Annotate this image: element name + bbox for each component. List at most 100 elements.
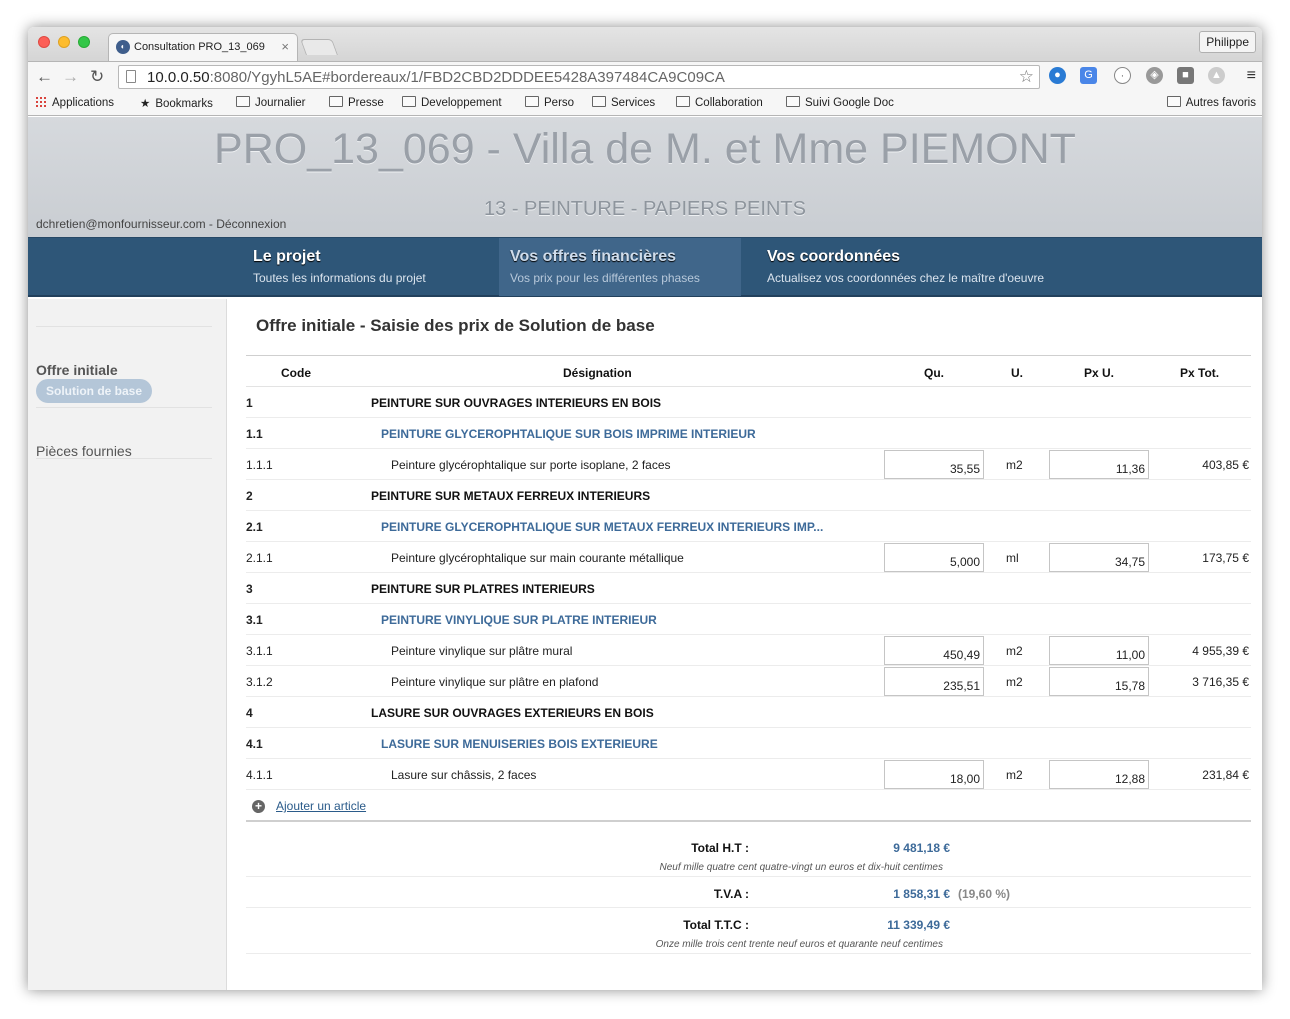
bookmark-label: Suivi Google Doc xyxy=(805,97,894,109)
row-designation: PEINTURE SUR OUVRAGES INTERIEURS EN BOIS xyxy=(371,396,662,410)
table-row: 2.1.1 Peinture glycérophtalique sur main… xyxy=(246,542,1251,573)
table-row: 3 PEINTURE SUR PLATRES INTERIEURS xyxy=(246,573,1251,604)
apps-grid-icon xyxy=(35,96,47,108)
add-article-link[interactable]: Ajouter un article xyxy=(276,799,366,813)
sidebar-section-title: Offre initiale xyxy=(36,362,118,378)
bookmark-perso[interactable]: Perso xyxy=(525,96,574,109)
star-icon: ★ xyxy=(140,98,151,110)
table-row: 1.1.1 Peinture glycérophtalique sur port… xyxy=(246,449,1251,480)
row-code: 1.1 xyxy=(246,427,263,441)
bookmark-label: Perso xyxy=(544,97,575,109)
row-code: 1.1.1 xyxy=(246,458,273,472)
column-header-code: Code xyxy=(281,366,311,380)
compass-extension-icon[interactable]: ◈ xyxy=(1146,67,1163,84)
bookmark-other[interactable]: Autres favoris xyxy=(1166,96,1256,109)
nav-item-offres[interactable]: Vos offres financières Vos prix pour les… xyxy=(499,238,741,296)
globe-extension-icon[interactable]: ● xyxy=(1049,67,1066,84)
page-icon xyxy=(126,70,136,83)
unit-price-input[interactable]: 11,36 xyxy=(1049,450,1149,479)
total-ttc-label: Total T.T.C : xyxy=(683,918,749,932)
bookmark-label: Bookmarks xyxy=(155,98,213,110)
reload-icon[interactable]: ↻ xyxy=(90,67,104,87)
row-designation: PEINTURE VINYLIQUE SUR PLATRE INTERIEUR xyxy=(381,613,657,627)
minimize-window-button[interactable] xyxy=(58,36,70,48)
plus-circle-icon[interactable]: + xyxy=(252,800,265,813)
sidebar: Offre initiale Solution de base Pièces f… xyxy=(28,299,227,990)
table-row: 4.1.1 Lasure sur châssis, 2 faces 18,00 … xyxy=(246,759,1251,790)
row-code: 3 xyxy=(246,582,253,596)
bookmark-presse[interactable]: Presse xyxy=(329,96,384,109)
forward-arrow-icon[interactable]: → xyxy=(62,67,79,87)
bookmark-applications[interactable]: Applications xyxy=(35,96,114,109)
unit-price-input[interactable]: 15,78 xyxy=(1049,667,1149,696)
row-code: 2.1.1 xyxy=(246,551,273,565)
sidebar-item-solution-de-base[interactable]: Solution de base xyxy=(36,379,153,403)
address-bar[interactable]: 10.0.0.50:8080/YgyhL5AE#bordereaux/1/FBD… xyxy=(118,65,1040,89)
page-title: Offre initiale - Saisie des prix de Solu… xyxy=(256,316,655,335)
separator: - xyxy=(205,217,217,231)
quantity-input[interactable]: 18,00 xyxy=(884,760,984,789)
nav-title: Le projet xyxy=(253,248,321,265)
nav-item-projet[interactable]: Le projet Toutes les informations du pro… xyxy=(244,238,498,296)
row-total: 173,75 € xyxy=(1202,551,1249,565)
quantity-input[interactable]: 450,49 xyxy=(884,636,984,665)
browser-tab[interactable]: ◐ Consultation PRO_13_069 × xyxy=(108,33,298,61)
bookmark-developpement[interactable]: Developpement xyxy=(402,96,502,109)
tab-close-icon[interactable]: × xyxy=(281,39,289,54)
unit-price-input[interactable]: 12,88 xyxy=(1049,760,1149,789)
project-title: PRO_13_069 - Villa de M. et Mme PIEMONT xyxy=(214,125,1076,173)
table-row: 1.1 PEINTURE GLYCEROPHTALIQUE SUR BOIS I… xyxy=(246,418,1251,449)
total-ht-row: Total H.T : 9 481,18 € xyxy=(246,831,1251,862)
drive-extension-icon[interactable]: ▲ xyxy=(1208,67,1225,84)
table-row: 3.1 PEINTURE VINYLIQUE SUR PLATRE INTERI… xyxy=(246,604,1251,635)
bookmark-collaboration[interactable]: Collaboration xyxy=(676,96,763,109)
unit-price-input[interactable]: 34,75 xyxy=(1049,543,1149,572)
row-unit: m2 xyxy=(1006,768,1023,782)
quantity-input[interactable]: 5,000 xyxy=(884,543,984,572)
total-ht-label: Total H.T : xyxy=(691,841,749,855)
table-row: 4.1 LASURE SUR MENUISERIES BOIS EXTERIEU… xyxy=(246,728,1251,759)
bookmark-services[interactable]: Services xyxy=(592,96,655,109)
row-code: 3.1 xyxy=(246,613,263,627)
row-designation: PEINTURE GLYCEROPHTALIQUE SUR BOIS IMPRI… xyxy=(381,427,756,441)
row-designation: Peinture glycérophtalique sur porte isop… xyxy=(391,458,671,472)
totals-section: Total H.T : 9 481,18 € Neuf mille quatre… xyxy=(246,831,1251,954)
table-header: Code Désignation Qu. U. Px U. Px Tot. xyxy=(246,356,1251,387)
folder-icon xyxy=(592,96,606,107)
row-designation: PEINTURE GLYCEROPHTALIQUE SUR METAUX FER… xyxy=(381,520,824,534)
unit-price-input[interactable]: 11,00 xyxy=(1049,636,1149,665)
bookmarks-bar: Applications ★ Bookmarks Journalier Press… xyxy=(28,91,1262,116)
sidebar-item-pieces-fournies[interactable]: Pièces fournies xyxy=(36,443,132,459)
address-url[interactable]: 10.0.0.50:8080/YgyhL5AE#bordereaux/1/FBD… xyxy=(147,69,725,86)
menu-icon[interactable]: ≡ xyxy=(1247,67,1256,85)
code-extension-icon[interactable]: · xyxy=(1114,67,1131,84)
tva-rate: (19,60 %) xyxy=(958,887,1011,901)
profile-button[interactable]: Philippe xyxy=(1199,31,1256,53)
row-code: 2 xyxy=(246,489,253,503)
row-designation: LASURE SUR OUVRAGES EXTERIEURS EN BOIS xyxy=(371,706,654,720)
quantity-input[interactable]: 35,55 xyxy=(884,450,984,479)
nav-item-coordonnees[interactable]: Vos coordonnées Actualisez vos coordonné… xyxy=(756,238,1086,296)
row-designation: PEINTURE SUR PLATRES INTERIEURS xyxy=(371,582,595,596)
logout-link[interactable]: Déconnexion xyxy=(216,217,286,231)
bookmark-journalier[interactable]: Journalier xyxy=(236,96,306,109)
quantity-input[interactable]: 235,51 xyxy=(884,667,984,696)
table-row: 2 PEINTURE SUR METAUX FERREUX INTERIEURS xyxy=(246,480,1251,511)
tva-label: T.V.A : xyxy=(713,887,749,901)
bookmark-label: Services xyxy=(611,97,656,109)
translate-extension-icon[interactable]: G xyxy=(1080,67,1097,84)
bookmark-bookmarks[interactable]: ★ Bookmarks xyxy=(140,96,213,110)
bookmark-star-icon[interactable]: ☆ xyxy=(1019,67,1034,87)
row-unit: m2 xyxy=(1006,644,1023,658)
bookmark-suivi-google-doc[interactable]: Suivi Google Doc xyxy=(786,96,894,109)
zoom-window-button[interactable] xyxy=(78,36,90,48)
new-tab-button[interactable] xyxy=(300,39,338,55)
back-arrow-icon[interactable]: ← xyxy=(36,67,53,87)
folder-icon xyxy=(1166,96,1181,107)
url-host: 10.0.0.50 xyxy=(147,69,210,86)
add-article-row: + Ajouter un article xyxy=(246,790,1251,822)
tva-value: 1 858,31 € xyxy=(893,887,950,901)
shield-extension-icon[interactable]: ■ xyxy=(1177,67,1194,84)
table-row: 3.1.2 Peinture vinylique sur plâtre en p… xyxy=(246,666,1251,697)
close-window-button[interactable] xyxy=(38,36,50,48)
